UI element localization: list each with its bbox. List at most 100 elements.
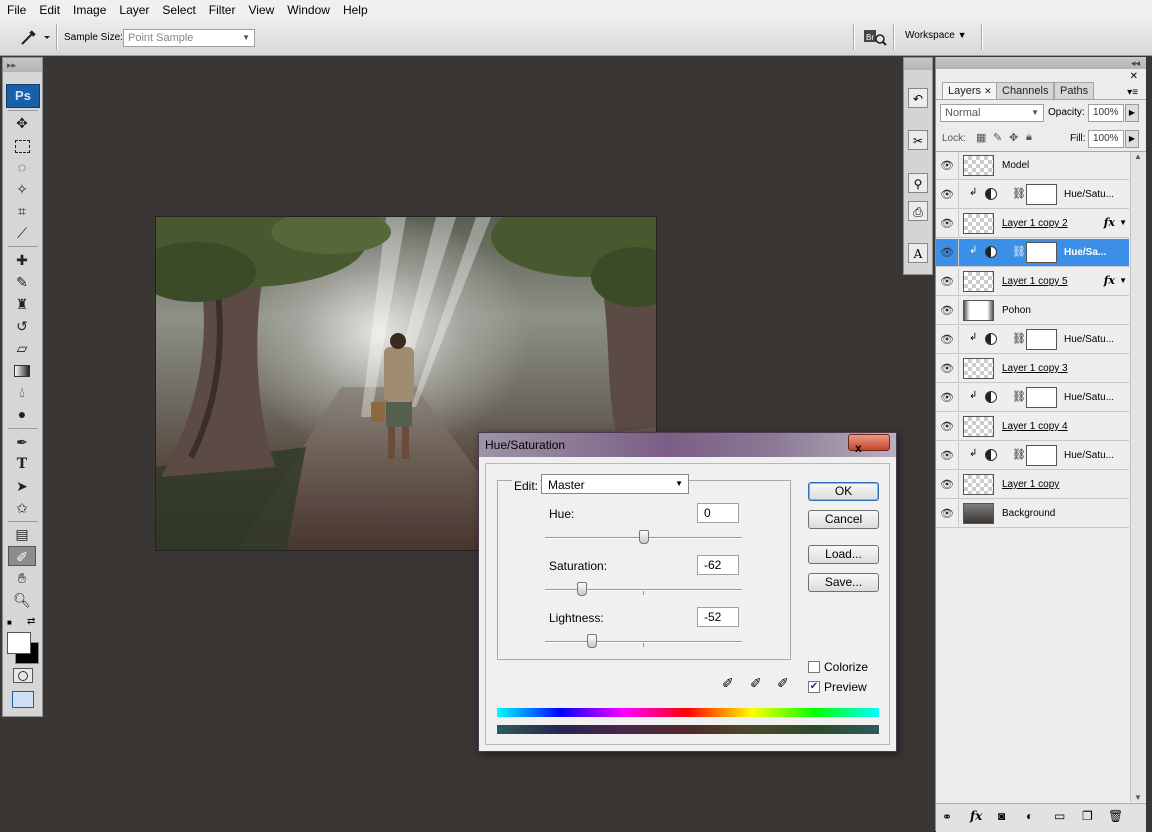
close-button[interactable]: x xyxy=(848,434,890,455)
add-mask-icon[interactable]: ◙ xyxy=(998,809,1005,823)
layer-row[interactable]: 👁︎ Model xyxy=(936,152,1129,180)
scroll-up-icon[interactable]: ▲ xyxy=(1131,152,1145,161)
slice-tool-icon[interactable]: ⟋ xyxy=(8,223,36,243)
link-layers-icon[interactable]: ⚭ xyxy=(942,810,952,824)
hue-slider-thumb[interactable] xyxy=(639,530,649,544)
layer-row[interactable]: 👁︎ ↲ ⛓︎ Hue/Satu... xyxy=(936,384,1129,412)
menu-select[interactable]: Select xyxy=(155,0,201,20)
layer-row[interactable]: 👁︎ Pohon xyxy=(936,297,1129,325)
lightness-input[interactable]: -52 xyxy=(697,607,739,627)
menu-image[interactable]: Image xyxy=(66,0,112,20)
eye-icon[interactable]: 👁︎ xyxy=(940,333,954,346)
layer-thumbnail[interactable] xyxy=(963,474,994,495)
dialog-title-bar[interactable]: Hue/Saturation x xyxy=(479,433,896,457)
lock-pixels-icon[interactable]: ✎ xyxy=(993,131,1002,144)
character-panel-icon[interactable]: A xyxy=(908,243,928,263)
link-icon[interactable]: ⛓︎ xyxy=(1012,332,1026,345)
menu-filter[interactable]: Filter xyxy=(202,0,242,20)
eye-icon[interactable]: 👁︎ xyxy=(940,362,954,375)
clone-stamp-tool-icon[interactable]: ♜ xyxy=(8,294,36,314)
history-panel-icon[interactable]: ↶ xyxy=(908,88,928,108)
layer-row[interactable]: 👁︎ ↲ ⛓︎ Hue/Satu... xyxy=(936,181,1129,209)
layer-thumbnail[interactable] xyxy=(963,416,994,437)
quick-mask-icon[interactable] xyxy=(13,668,33,683)
layer-mask-thumbnail[interactable] xyxy=(1026,445,1057,466)
eye-icon[interactable]: 👁︎ xyxy=(940,217,954,230)
layer-row[interactable]: 👁︎ ↲ ⛓︎ Hue/Sa... xyxy=(936,239,1129,267)
notes-tool-icon[interactable]: ▤ xyxy=(8,524,36,544)
history-brush-tool-icon[interactable]: ↺ xyxy=(8,316,36,336)
icon-strip-grip[interactable] xyxy=(904,58,932,70)
tab-channels[interactable]: Channels xyxy=(996,82,1055,99)
eye-icon[interactable]: 👁︎ xyxy=(940,391,954,404)
eye-icon[interactable]: 👁︎ xyxy=(940,507,954,520)
layer-row[interactable]: 👁︎ ↲ ⛓︎ Hue/Satu... xyxy=(936,326,1129,354)
bridge-button[interactable]: Br xyxy=(862,27,888,47)
layer-thumbnail[interactable] xyxy=(963,155,994,176)
menu-file[interactable]: File xyxy=(0,0,32,20)
gradient-tool-icon[interactable] xyxy=(8,360,36,380)
add-layer-style-icon[interactable]: fx xyxy=(970,809,982,823)
layer-thumbnail[interactable] xyxy=(963,213,994,234)
fx-icon[interactable]: fx xyxy=(1104,216,1115,229)
foreground-color-swatch[interactable] xyxy=(7,632,31,654)
layer-mask-thumbnail[interactable] xyxy=(1026,329,1057,350)
saturation-input[interactable]: -62 xyxy=(697,555,739,575)
eyedropper-plus-icon[interactable]: ✐ xyxy=(750,675,762,692)
tool-presets-panel-icon[interactable]: ✂ xyxy=(908,130,928,150)
saturation-slider-thumb[interactable] xyxy=(577,582,587,596)
chevron-down-icon[interactable]: ▼ xyxy=(1119,276,1127,285)
hand-tool-icon[interactable]: ✋︎ xyxy=(8,568,36,588)
link-icon[interactable]: ⛓︎ xyxy=(1012,448,1026,461)
default-colors-icon[interactable]: ■ xyxy=(7,618,17,628)
layer-mask-thumbnail[interactable] xyxy=(1026,387,1057,408)
crop-tool-icon[interactable]: ⌗ xyxy=(8,201,36,221)
eye-icon[interactable]: 👁︎ xyxy=(940,449,954,462)
edit-channel-select[interactable]: Master ▼ xyxy=(541,474,689,494)
layer-thumbnail[interactable] xyxy=(963,271,994,292)
layer-thumbnail[interactable] xyxy=(963,503,994,524)
lasso-tool-icon[interactable]: ◌ xyxy=(8,157,36,177)
preview-checkbox[interactable]: ✔ xyxy=(808,681,820,693)
link-icon[interactable]: ⛓︎ xyxy=(1012,245,1026,258)
layer-row[interactable]: 👁︎ Layer 1 copy 3 xyxy=(936,355,1129,383)
brushes-panel-icon[interactable]: ⚲ xyxy=(908,173,928,193)
tab-paths[interactable]: Paths xyxy=(1054,82,1095,99)
fill-slider-button[interactable]: ▶ xyxy=(1125,130,1139,148)
layer-thumbnail[interactable] xyxy=(963,300,994,321)
type-tool-icon[interactable]: T xyxy=(8,454,36,474)
fill-field[interactable]: 100% xyxy=(1088,130,1124,148)
layer-row[interactable]: 👁︎ ↲ ⛓︎ Hue/Satu... xyxy=(936,442,1129,470)
layer-mask-thumbnail[interactable] xyxy=(1026,242,1057,263)
lock-transparency-icon[interactable]: ▦ xyxy=(976,131,986,144)
layer-row[interactable]: 👁︎ Layer 1 copy 4 xyxy=(936,413,1129,441)
close-panel-icon[interactable]: ✕ xyxy=(1130,71,1138,82)
eyedropper-tool-icon[interactable]: ✐ xyxy=(8,546,36,566)
lock-all-icon[interactable]: 🔒︎ xyxy=(1026,131,1032,144)
workspace-menu[interactable]: Workspace ▼ xyxy=(905,30,967,41)
link-icon[interactable]: ⛓︎ xyxy=(1012,187,1026,200)
blend-mode-select[interactable]: Normal ▼ xyxy=(940,104,1044,122)
magic-wand-tool-icon[interactable]: ✧ xyxy=(8,179,36,199)
eraser-tool-icon[interactable]: ▱ xyxy=(8,338,36,358)
new-group-icon[interactable]: ▭ xyxy=(1054,809,1065,823)
hue-input[interactable]: 0 xyxy=(697,503,739,523)
dodge-tool-icon[interactable]: ● xyxy=(8,404,36,424)
pen-tool-icon[interactable]: ✒ xyxy=(8,432,36,452)
opacity-field[interactable]: 100% xyxy=(1088,104,1124,122)
menu-edit[interactable]: Edit xyxy=(32,0,66,20)
layer-row[interactable]: 👁︎ Layer 1 copy 2 fx ▼ xyxy=(936,210,1129,238)
eyedropper-minus-icon[interactable]: ✐ xyxy=(777,675,789,692)
eye-icon[interactable]: 👁︎ xyxy=(940,246,954,259)
layer-row[interactable]: 👁︎ Background xyxy=(936,500,1129,528)
load-button[interactable]: Load... xyxy=(808,545,879,564)
eye-icon[interactable]: 👁︎ xyxy=(940,275,954,288)
eye-icon[interactable]: 👁︎ xyxy=(940,478,954,491)
layers-panel-grip[interactable]: ◂◂ xyxy=(936,57,1146,69)
layer-row[interactable]: 👁︎ Layer 1 copy 5 fx ▼ xyxy=(936,268,1129,296)
menu-view[interactable]: View xyxy=(241,0,280,20)
opacity-slider-button[interactable]: ▶ xyxy=(1125,104,1139,122)
layers-scrollbar[interactable]: ▲ ▼ xyxy=(1130,152,1145,802)
fx-icon[interactable]: fx xyxy=(1104,274,1115,287)
eye-icon[interactable]: 👁︎ xyxy=(940,420,954,433)
